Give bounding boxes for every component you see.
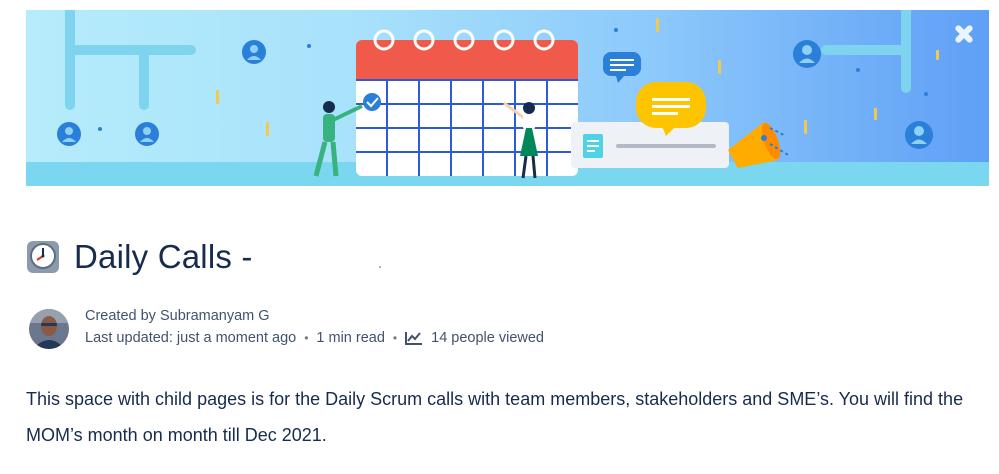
page-title-row: Daily Calls - — [26, 232, 253, 282]
views-count[interactable]: 14 people viewed — [431, 327, 544, 349]
created-by[interactable]: Created by Subramanyam G — [85, 305, 544, 327]
megaphone-icon — [728, 122, 791, 168]
analytics-chart-icon[interactable] — [405, 331, 423, 345]
clock-icon — [27, 241, 59, 273]
title-marker — [379, 266, 381, 268]
separator: • — [392, 331, 398, 345]
read-time: 1 min read — [316, 330, 385, 346]
author-avatar[interactable] — [29, 309, 69, 349]
page-byline: Created by Subramanyam G Last updated: j… — [29, 305, 544, 349]
last-updated[interactable]: Last updated: just a moment ago — [85, 327, 296, 349]
header-banner — [26, 10, 989, 186]
chat-bubble-icon — [603, 52, 641, 83]
separator: • — [304, 331, 309, 345]
calendar-illustration — [356, 29, 578, 176]
close-icon — [955, 25, 973, 43]
page-title: Daily Calls - — [74, 238, 253, 275]
page-body-paragraph: This space with child pages is for the D… — [26, 389, 964, 445]
document-card — [571, 122, 729, 168]
